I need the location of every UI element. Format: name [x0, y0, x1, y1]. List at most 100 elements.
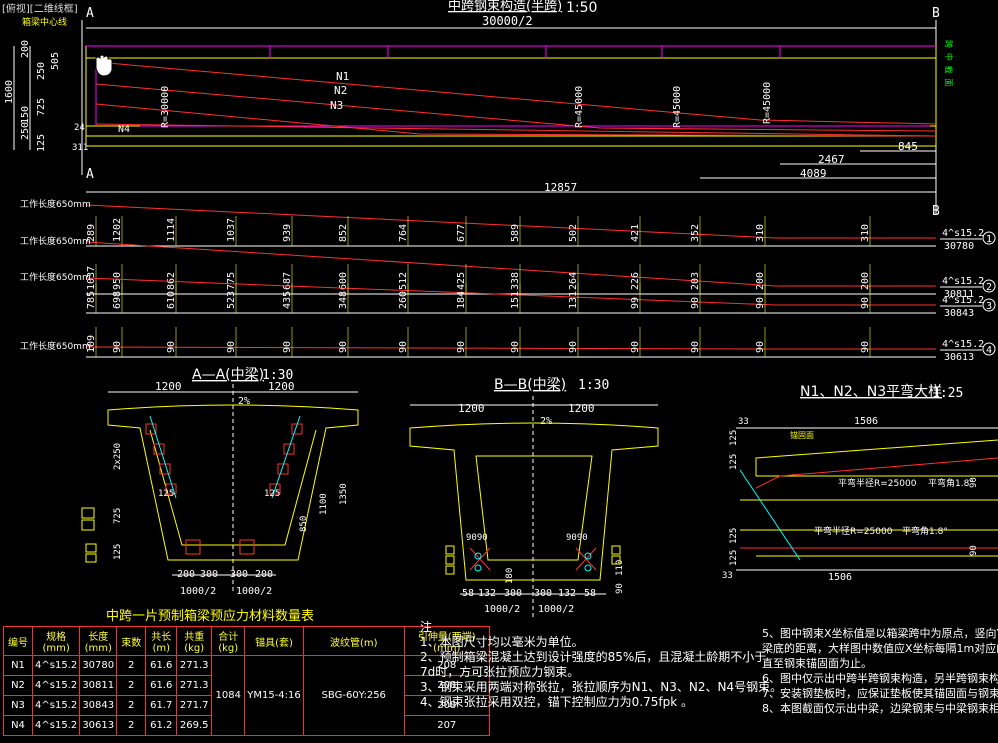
section-aa-title: A—A(中梁) — [192, 367, 264, 383]
plan-detail-scale: 1:25 — [932, 386, 963, 401]
tendon-spec: 4^s15.2 — [942, 295, 984, 306]
section-bb: B—B(中梁) 1:30 1200 1200 2% 9090 9090 58 1… — [409, 377, 659, 620]
note-line: 7、安装钢垫板时，应保证垫板使其锚固面与钢束相垂 — [762, 687, 998, 700]
tendon-ordinate-value: 109 — [86, 335, 97, 353]
tendon-label-n2: N2 — [334, 84, 347, 97]
viewport-tab[interactable]: [俯视][二维线框] — [0, 0, 80, 15]
bb-dim-1000-left: 1000/2 — [484, 604, 520, 615]
bb-dim-1200-left: 1200 — [458, 402, 485, 415]
dim-left-250: 250 — [36, 62, 47, 80]
bb-dim-9090-right: 9090 — [566, 533, 588, 543]
note-line: 3、钢束采用两端对称张拉，张拉顺序为N1、N3、N2、N4号钢束。 — [420, 680, 783, 694]
plan-dim-125b: 125 — [729, 430, 739, 446]
section-bb-scale: 1:30 — [578, 378, 609, 393]
tendon-spec: 4^s15.2 — [942, 339, 984, 350]
dim-24: 24 — [74, 123, 85, 133]
cell: 30811 — [79, 675, 118, 696]
cell: N3 — [3, 695, 33, 716]
tendon-ordinate-value: 90 — [338, 341, 349, 353]
drawing-title: 中跨钢束构造(半跨) — [448, 0, 562, 14]
cell: 61.6 — [145, 675, 178, 696]
tendon-ordinate-value: 352 — [690, 224, 701, 242]
plan-anchor-face-label: 锚固面 — [790, 430, 814, 440]
bearing-center-label: 箱梁中心线 — [22, 16, 67, 28]
tendon-ordinate-value: 90 — [226, 341, 237, 353]
section-aa: A—A(中梁) 1:30 1200 1200 2% 2x250 725 125 … — [81, 367, 359, 597]
dim-2467: 2467 — [818, 153, 845, 166]
tendon-ordinate-value: 502 — [568, 224, 579, 242]
tendon-length: 30613 — [944, 352, 974, 363]
plan-dim-125c: 125 — [729, 550, 739, 566]
aa-dim-125-right: 125 — [264, 489, 280, 499]
aa-dim-1100: 1100 — [319, 493, 329, 515]
tendon-ordinate-value: 200 — [755, 272, 766, 290]
tendon-ordinate-value: 90 — [166, 341, 177, 353]
tendon-ordinate-value: 600 — [338, 272, 349, 290]
aa-dim-2x250: 2x250 — [113, 443, 123, 470]
half-span-dimension: 30000/2 — [482, 14, 533, 28]
dim-left-200: 200 — [20, 40, 31, 58]
tendon-ordinate-value: 425 — [456, 272, 467, 290]
drawing-title-scale: 1:50 — [566, 0, 597, 16]
tendon-ordinate-value: 90 — [755, 341, 766, 353]
cell: N1 — [3, 655, 33, 676]
bb-dim-9090-left: 9090 — [466, 533, 488, 543]
radius-label-3: R=45000 — [672, 86, 683, 128]
cell: 2 — [116, 695, 147, 716]
cell: 4^s15.2 — [31, 655, 81, 676]
tendon-row-label: 工作长度650mm — [20, 271, 91, 283]
elevation-view: 中跨钢束构造(半跨) 1:50 A B A B 30000/2 箱梁中心线 N1… — [4, 0, 954, 219]
bb-dim-132a: 132 — [478, 588, 496, 599]
tendon-ordinate-value: 90 — [690, 341, 701, 353]
note-line: 4、钢束张拉采用双控，锚下控制应力为0.75fpk 。 — [420, 695, 693, 709]
cell: 2 — [116, 675, 147, 696]
plan-dim-90a: 90 — [969, 477, 979, 488]
table-title: 中跨一片预制箱梁预应力材料数量表 — [106, 608, 314, 624]
th-anchor: 锚具(套) — [244, 626, 304, 656]
tendon-ordinate-value: 90 — [398, 341, 409, 353]
tendon-number-badge: 4 — [986, 345, 992, 356]
duct-cell: SBG-60Y:256 — [302, 655, 405, 736]
plan-bend-detail: N1、N2、N3平弯大样 1:25 1506 33 锚固面 平弯半径R=2500… — [722, 383, 998, 583]
cell: 30843 — [79, 695, 118, 716]
cell: 61.2 — [145, 715, 178, 736]
table-row: N1 4^s15.2 30780 2 61.6 271.3 1084 YM15-4:16 … — [3, 655, 490, 736]
tendon-length: 30843 — [944, 308, 974, 319]
bb-dim-300a: 300 — [504, 588, 522, 599]
tendon-ordinate-value: 421 — [630, 224, 641, 242]
radius-label-2: R=45000 — [574, 86, 585, 128]
tendon-spec: 4^s15.2 — [942, 228, 984, 239]
tendon-ordinate-value: 90 — [860, 341, 871, 353]
bb-dim-58a: 58 — [462, 588, 474, 599]
note-line: 8、本图截面仅示出中梁，边梁钢束与中梁钢束相同。 — [762, 702, 998, 715]
cell: N2 — [3, 675, 33, 696]
tendon-number-badge: 3 — [986, 301, 992, 312]
radius-label-4: R=45000 — [762, 82, 773, 124]
dim-left-150: 150 — [20, 106, 31, 124]
cell: 2 — [116, 655, 147, 676]
tendon-ordinate-value: 131 — [568, 291, 579, 309]
bb-dim-132b: 132 — [558, 588, 576, 599]
tendon-ordinate-value: 151 — [510, 291, 521, 309]
tendon-ordinate-value: 512 — [398, 272, 409, 290]
aa-dim-200b: 200 — [255, 569, 273, 580]
plan-dim-125d: 125 — [729, 528, 739, 544]
dim-12857: 12857 — [544, 181, 577, 194]
radius-label-1: R=30000 — [160, 86, 171, 128]
bb-dim-1200-right: 1200 — [568, 402, 595, 415]
plan-dim-1506-top: 1506 — [854, 416, 878, 427]
cell: 61.7 — [145, 695, 178, 716]
section-marker-b-bottom: B — [932, 204, 940, 219]
th-sum: 合计(kg) — [211, 626, 246, 656]
th-total-wt: 共重(kg) — [176, 626, 213, 656]
cell: 61.6 — [145, 655, 178, 676]
tendon-ordinate-value: 950 — [112, 272, 123, 290]
bb-dim-1000-right: 1000/2 — [538, 604, 574, 615]
tendon-ordinate-value: 698 — [112, 291, 123, 309]
tendon-label-n4: N4 — [118, 124, 130, 135]
tendon-ordinate-value: 99 — [630, 297, 641, 309]
anchor-cell: YM15-4:16 — [244, 655, 304, 736]
note-line: 2、预制箱梁混凝土达到设计强度的85%后，且混凝土龄期不小于 — [420, 650, 767, 664]
tendon-ordinate-value: 764 — [398, 224, 409, 242]
tendon-ordinate-value: 523 — [226, 291, 237, 309]
